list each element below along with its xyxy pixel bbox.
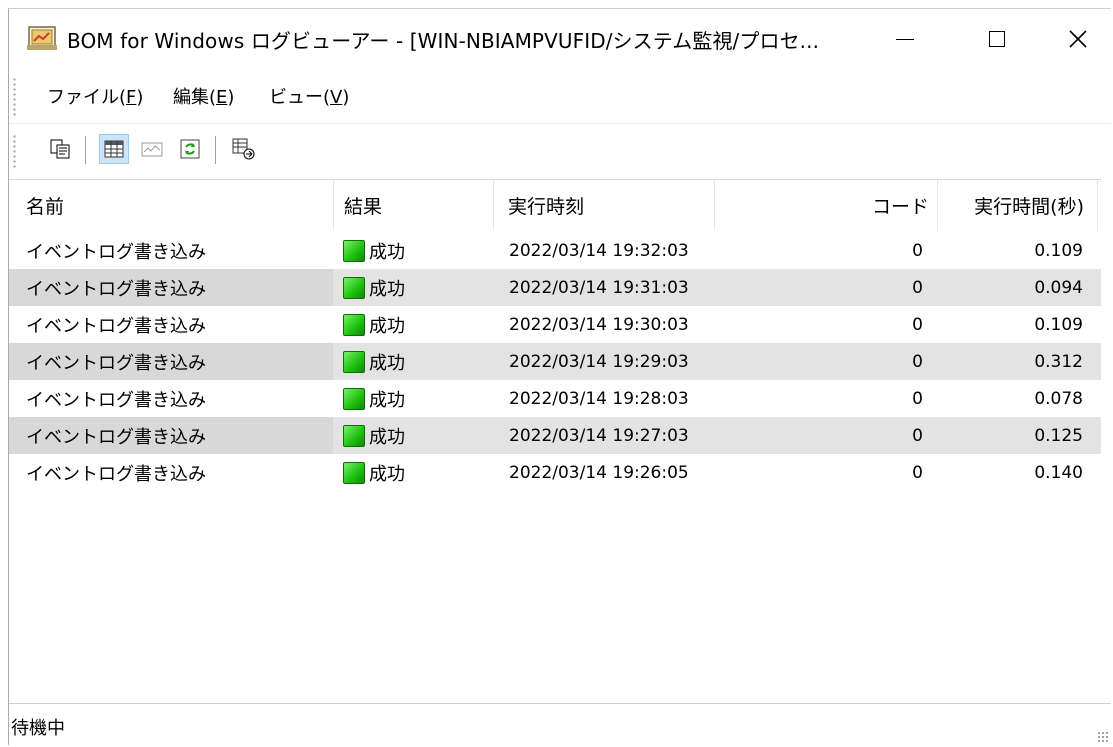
table-row[interactable]: イベントログ書き込み 成功 2022/03/14 19:28:03 0 0.07… [9, 380, 1101, 417]
status-text: 待機中 [11, 718, 65, 739]
row-code: 0 [912, 351, 923, 372]
row-time: 2022/03/14 19:27:03 [509, 425, 689, 446]
table-row[interactable]: イベントログ書き込み 成功 2022/03/14 19:27:03 0 0.12… [9, 417, 1101, 454]
menu-edit[interactable]: 編集(E) [173, 83, 234, 109]
row-name: イベントログ書き込み [9, 343, 333, 380]
row-name: イベントログ書き込み [26, 463, 206, 485]
row-result: 成功 [337, 343, 493, 380]
row-code: 0 [912, 388, 923, 409]
toolbar-grip [13, 134, 16, 170]
row-result: 成功 [337, 417, 493, 454]
row-name: イベントログ書き込み [9, 417, 333, 454]
toolbar [9, 123, 1111, 178]
title-bar: BOM for Windows ログビューアー - [WIN-NBIAMPVUF… [9, 9, 1111, 69]
row-result: 成功 [337, 232, 493, 269]
success-icon [343, 313, 365, 336]
row-code: 0 [912, 240, 923, 261]
row-code: 0 [912, 277, 923, 298]
row-duration: 0.312 [1034, 351, 1083, 372]
row-name: イベントログ書き込み [26, 389, 206, 411]
export-icon [232, 138, 255, 160]
row-duration: 0.125 [1034, 425, 1083, 446]
column-header-time[interactable]: 実行時刻 [494, 180, 714, 230]
row-result: 成功 [337, 306, 493, 343]
row-time: 2022/03/14 19:32:03 [509, 240, 689, 261]
graph-view-icon [141, 142, 163, 157]
row-name: イベントログ書き込み [9, 269, 333, 306]
row-name: イベントログ書き込み [26, 315, 206, 337]
graph-view-button[interactable] [137, 134, 167, 164]
row-duration: 0.109 [1034, 314, 1083, 335]
app-icon [27, 26, 57, 50]
toolbar-separator [215, 136, 216, 164]
column-divider[interactable] [1097, 180, 1098, 230]
export-button[interactable] [229, 134, 259, 164]
column-header-result[interactable]: 結果 [334, 180, 494, 230]
row-name: イベントログ書き込み [26, 241, 206, 263]
success-icon [343, 239, 365, 262]
success-icon [343, 350, 365, 373]
row-result: 成功 [337, 454, 493, 491]
row-result: 成功 [337, 380, 493, 417]
log-viewer-window: BOM for Windows ログビューアー - [WIN-NBIAMPVUF… [8, 8, 1111, 747]
success-icon [343, 387, 365, 410]
column-header-duration[interactable]: 実行時間(秒) [938, 180, 1098, 230]
row-code: 0 [912, 425, 923, 446]
table-view-icon [104, 140, 124, 158]
success-icon [343, 461, 365, 484]
row-duration: 0.078 [1034, 388, 1083, 409]
row-time: 2022/03/14 19:31:03 [509, 277, 689, 298]
success-icon [343, 424, 365, 447]
menu-view[interactable]: ビュー(V) [269, 83, 349, 109]
menu-bar: ファイル(F) 編集(E) ビュー(V) [9, 71, 1111, 121]
table-view-button[interactable] [99, 134, 129, 164]
copy-icon [50, 139, 70, 159]
row-code: 0 [912, 462, 923, 483]
menu-file[interactable]: ファイル(F) [47, 83, 143, 109]
close-icon [1068, 30, 1087, 48]
resize-grip[interactable] [1097, 731, 1109, 743]
column-header-name[interactable]: 名前 [9, 180, 333, 230]
minimize-icon [896, 38, 914, 40]
toolbar-separator [85, 136, 86, 164]
row-time: 2022/03/14 19:29:03 [509, 351, 689, 372]
window-title: BOM for Windows ログビューアー - [WIN-NBIAMPVUF… [67, 29, 820, 53]
refresh-button[interactable] [175, 134, 205, 164]
maximize-button[interactable] [951, 9, 1043, 69]
row-duration: 0.109 [1034, 240, 1083, 261]
row-time: 2022/03/14 19:28:03 [509, 388, 689, 409]
row-duration: 0.094 [1034, 277, 1083, 298]
table-row[interactable]: イベントログ書き込み 成功 2022/03/14 19:30:03 0 0.10… [9, 306, 1101, 343]
row-time: 2022/03/14 19:30:03 [509, 314, 689, 335]
row-result: 成功 [337, 269, 493, 306]
row-code: 0 [912, 314, 923, 335]
minimize-button[interactable] [859, 9, 951, 69]
table-row[interactable]: イベントログ書き込み 成功 2022/03/14 19:26:05 0 0.14… [9, 454, 1101, 491]
close-button[interactable] [1043, 9, 1112, 69]
table-row[interactable]: イベントログ書き込み 成功 2022/03/14 19:29:03 0 0.31… [9, 343, 1101, 380]
log-list[interactable]: 名前 結果 実行時刻 コード 実行時間(秒) イベントログ書き込み 成功 202… [9, 179, 1101, 700]
row-time: 2022/03/14 19:26:05 [509, 462, 689, 483]
maximize-icon [989, 31, 1005, 47]
list-header: 名前 結果 実行時刻 コード 実行時間(秒) [9, 180, 1101, 230]
table-row[interactable]: イベントログ書き込み 成功 2022/03/14 19:31:03 0 0.09… [9, 269, 1101, 306]
copy-button[interactable] [45, 134, 75, 164]
row-duration: 0.140 [1034, 462, 1083, 483]
table-row[interactable]: イベントログ書き込み 成功 2022/03/14 19:32:03 0 0.10… [9, 232, 1101, 269]
refresh-icon [180, 139, 200, 159]
column-header-code[interactable]: コード [715, 180, 937, 230]
success-icon [343, 276, 365, 299]
menubar-grip [13, 77, 16, 117]
status-bar: 待機中 [9, 703, 1111, 747]
